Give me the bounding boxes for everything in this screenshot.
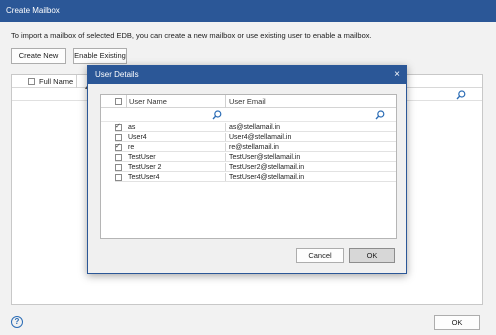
row-checkbox[interactable] bbox=[115, 142, 122, 151]
dialog-title-bar: User Details × bbox=[88, 66, 406, 84]
filter-row bbox=[101, 108, 396, 122]
row-divider bbox=[115, 161, 396, 162]
window-title: Create Mailbox bbox=[6, 6, 60, 15]
row-divider bbox=[115, 181, 396, 182]
row-checkbox[interactable] bbox=[115, 164, 122, 171]
window-title-bar: Create Mailbox bbox=[0, 0, 496, 22]
user-name-column-header[interactable]: User Name bbox=[129, 97, 167, 106]
select-all-checkbox[interactable] bbox=[115, 98, 122, 105]
user-email-column-header[interactable]: User Email bbox=[229, 97, 266, 106]
row-divider bbox=[115, 131, 396, 132]
table-header: User Name User Email bbox=[101, 95, 396, 108]
dialog-title: User Details bbox=[95, 70, 139, 79]
row-divider bbox=[115, 141, 396, 142]
row-divider bbox=[115, 171, 396, 172]
table-row[interactable]: TestUser4 TestUser4@stellamail.in bbox=[101, 173, 396, 182]
row-checkbox[interactable] bbox=[115, 154, 122, 161]
create-new-button[interactable]: Create New bbox=[11, 48, 66, 64]
user-details-dialog: User Details × User Name User Email as bbox=[87, 65, 407, 274]
search-icon[interactable] bbox=[375, 110, 385, 120]
ok-button[interactable]: OK bbox=[434, 315, 480, 330]
search-icon[interactable] bbox=[456, 90, 466, 100]
close-icon[interactable]: × bbox=[394, 66, 400, 83]
user-name-filter-input[interactable] bbox=[127, 109, 225, 120]
column-divider bbox=[126, 95, 127, 108]
column-divider bbox=[76, 75, 77, 88]
column-divider bbox=[225, 95, 226, 108]
table-row[interactable]: TestUser TestUser@stellamail.in bbox=[101, 153, 396, 162]
full-name-column-header[interactable]: Full Name bbox=[39, 77, 73, 86]
help-icon[interactable]: ? bbox=[11, 316, 23, 328]
row-checkbox[interactable] bbox=[115, 122, 122, 131]
dialog-ok-button[interactable]: OK bbox=[349, 248, 395, 263]
table-row[interactable]: as as@stellamail.in bbox=[101, 122, 396, 132]
table-row[interactable]: re re@stellamail.in bbox=[101, 142, 396, 152]
row-checkbox[interactable] bbox=[115, 174, 122, 181]
enable-existing-button[interactable]: Enable Existing bbox=[73, 48, 127, 64]
table-row[interactable]: TestUser 2 TestUser2@stellamail.in bbox=[101, 163, 396, 172]
search-icon[interactable] bbox=[212, 110, 222, 120]
row-checkbox[interactable] bbox=[115, 134, 122, 141]
user-table: User Name User Email as as@stellamail.in bbox=[100, 94, 397, 239]
table-row[interactable]: User4 User4@stellamail.in bbox=[101, 133, 396, 142]
row-divider bbox=[115, 151, 396, 152]
intro-text: To import a mailbox of selected EDB, you… bbox=[11, 31, 372, 40]
cancel-button[interactable]: Cancel bbox=[296, 248, 344, 263]
user-email-filter-input[interactable] bbox=[227, 109, 387, 120]
select-all-checkbox[interactable] bbox=[28, 78, 35, 85]
